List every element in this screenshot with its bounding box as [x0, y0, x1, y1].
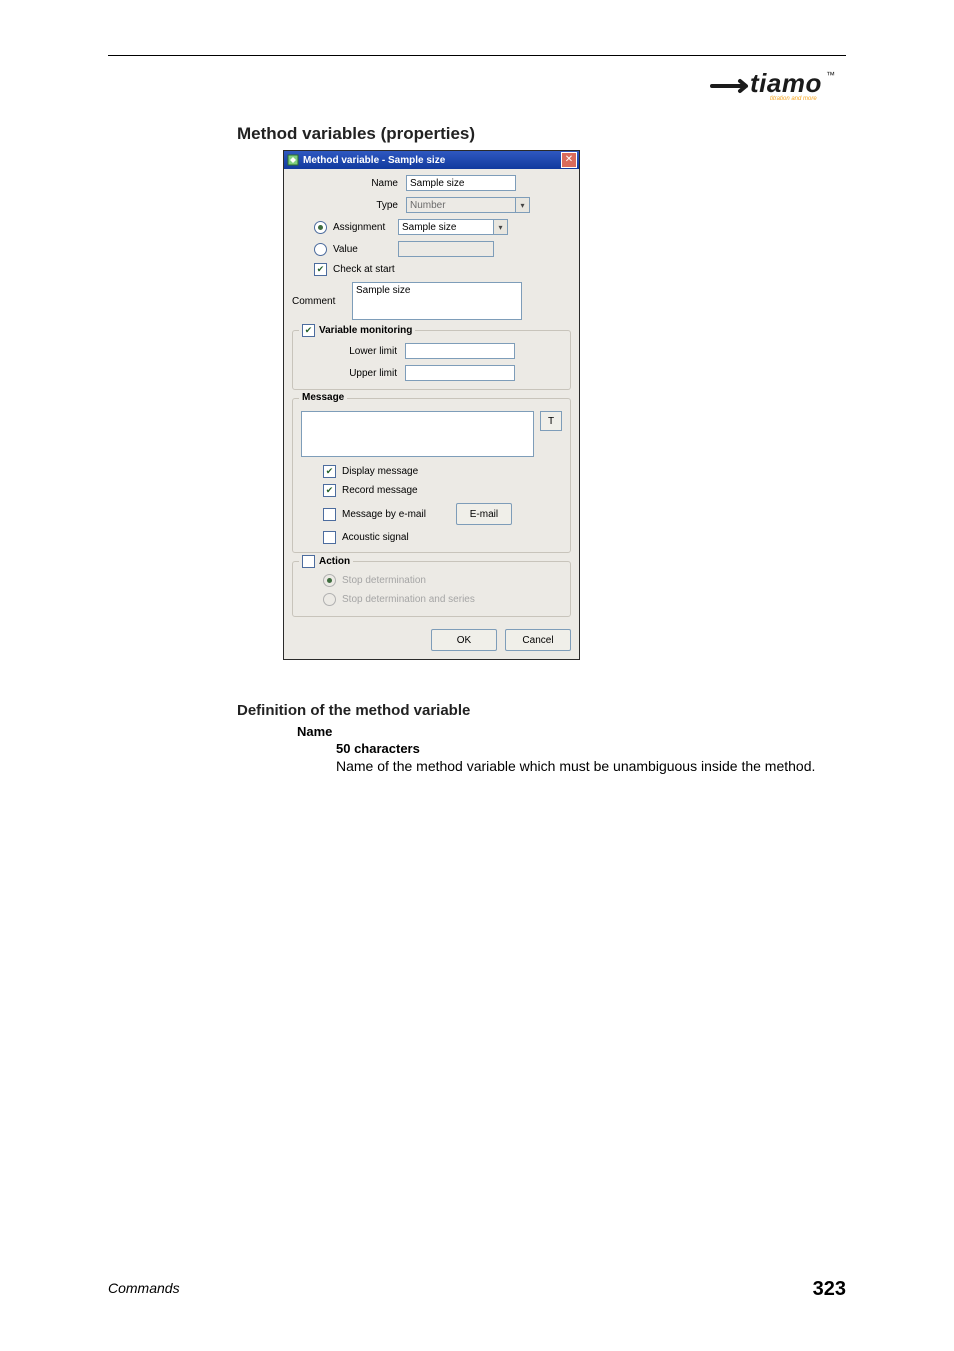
- message-textarea[interactable]: [301, 411, 534, 457]
- footer-page-number: 323: [813, 1278, 846, 1301]
- email-button[interactable]: E-mail: [456, 503, 512, 525]
- label-lower-limit: Lower limit: [301, 346, 405, 357]
- chevron-down-icon: ▾: [516, 197, 530, 213]
- label-name: Name: [292, 178, 406, 189]
- footer-section: Commands: [108, 1280, 180, 1296]
- chevron-down-icon: ▾: [494, 219, 508, 235]
- assignment-select-value: Sample size: [398, 219, 494, 235]
- type-select-value: Number: [406, 197, 516, 213]
- comment-textarea[interactable]: Sample size: [352, 282, 522, 320]
- variable-monitoring-group: Variable monitoring Lower limit Upper li…: [292, 330, 571, 390]
- value-radio[interactable]: [314, 243, 327, 256]
- logo-tagline: titration and more: [770, 96, 817, 102]
- logo-text: tiamo: [750, 68, 822, 98]
- close-icon[interactable]: ✕: [561, 152, 577, 168]
- heading-method-variables-properties: Method variables (properties): [237, 124, 475, 144]
- dialog-app-icon: [287, 154, 299, 166]
- label-type: Type: [292, 200, 406, 211]
- name-input[interactable]: Sample size: [406, 175, 516, 191]
- cancel-button[interactable]: Cancel: [505, 629, 571, 651]
- type-select[interactable]: Number ▾: [406, 197, 530, 213]
- stop-determination-series-radio[interactable]: [323, 593, 336, 606]
- stop-determination-radio[interactable]: [323, 574, 336, 587]
- assignment-select[interactable]: Sample size ▾: [398, 219, 508, 235]
- logo: tiamo ™ titration and more: [706, 66, 846, 106]
- variable-monitoring-checkbox[interactable]: [302, 324, 315, 337]
- label-variable-monitoring: Variable monitoring: [319, 325, 412, 336]
- label-display-message: Display message: [342, 466, 418, 477]
- label-message: Message: [302, 392, 344, 403]
- ok-button[interactable]: OK: [431, 629, 497, 651]
- method-variable-dialog: Method variable - Sample size ✕ Name Sam…: [283, 150, 580, 660]
- message-group: Message T Display message Record message…: [292, 398, 571, 553]
- label-assignment: Assignment: [333, 222, 385, 233]
- t-button[interactable]: T: [540, 411, 562, 431]
- dialog-title: Method variable - Sample size: [303, 155, 445, 166]
- label-message-by-email: Message by e-mail: [342, 509, 426, 520]
- heading-definition: Definition of the method variable: [237, 702, 470, 719]
- label-action: Action: [319, 556, 350, 567]
- check-at-start-checkbox[interactable]: [314, 263, 327, 276]
- header-rule: [108, 55, 846, 56]
- label-value: Value: [333, 244, 358, 255]
- label-stop-determination-series: Stop determination and series: [342, 594, 475, 605]
- definition-text: Name of the method variable which must b…: [336, 758, 846, 776]
- display-message-checkbox[interactable]: [323, 465, 336, 478]
- label-check-at-start: Check at start: [333, 264, 395, 275]
- dialog-titlebar[interactable]: Method variable - Sample size ✕: [284, 151, 579, 169]
- value-input[interactable]: [398, 241, 494, 257]
- assignment-radio[interactable]: [314, 221, 327, 234]
- label-acoustic-signal: Acoustic signal: [342, 532, 409, 543]
- upper-limit-input[interactable]: [405, 365, 515, 381]
- action-checkbox[interactable]: [302, 555, 315, 568]
- action-group: Action Stop determination Stop determina…: [292, 561, 571, 617]
- acoustic-signal-checkbox[interactable]: [323, 531, 336, 544]
- definition-constraint: 50 characters: [336, 741, 420, 756]
- record-message-checkbox[interactable]: [323, 484, 336, 497]
- label-upper-limit: Upper limit: [301, 368, 405, 379]
- logo-tm: ™: [826, 70, 835, 80]
- message-by-email-checkbox[interactable]: [323, 508, 336, 521]
- label-record-message: Record message: [342, 485, 418, 496]
- label-stop-determination: Stop determination: [342, 575, 426, 586]
- label-comment: Comment: [292, 282, 352, 307]
- definition-name-label: Name: [297, 724, 332, 739]
- lower-limit-input[interactable]: [405, 343, 515, 359]
